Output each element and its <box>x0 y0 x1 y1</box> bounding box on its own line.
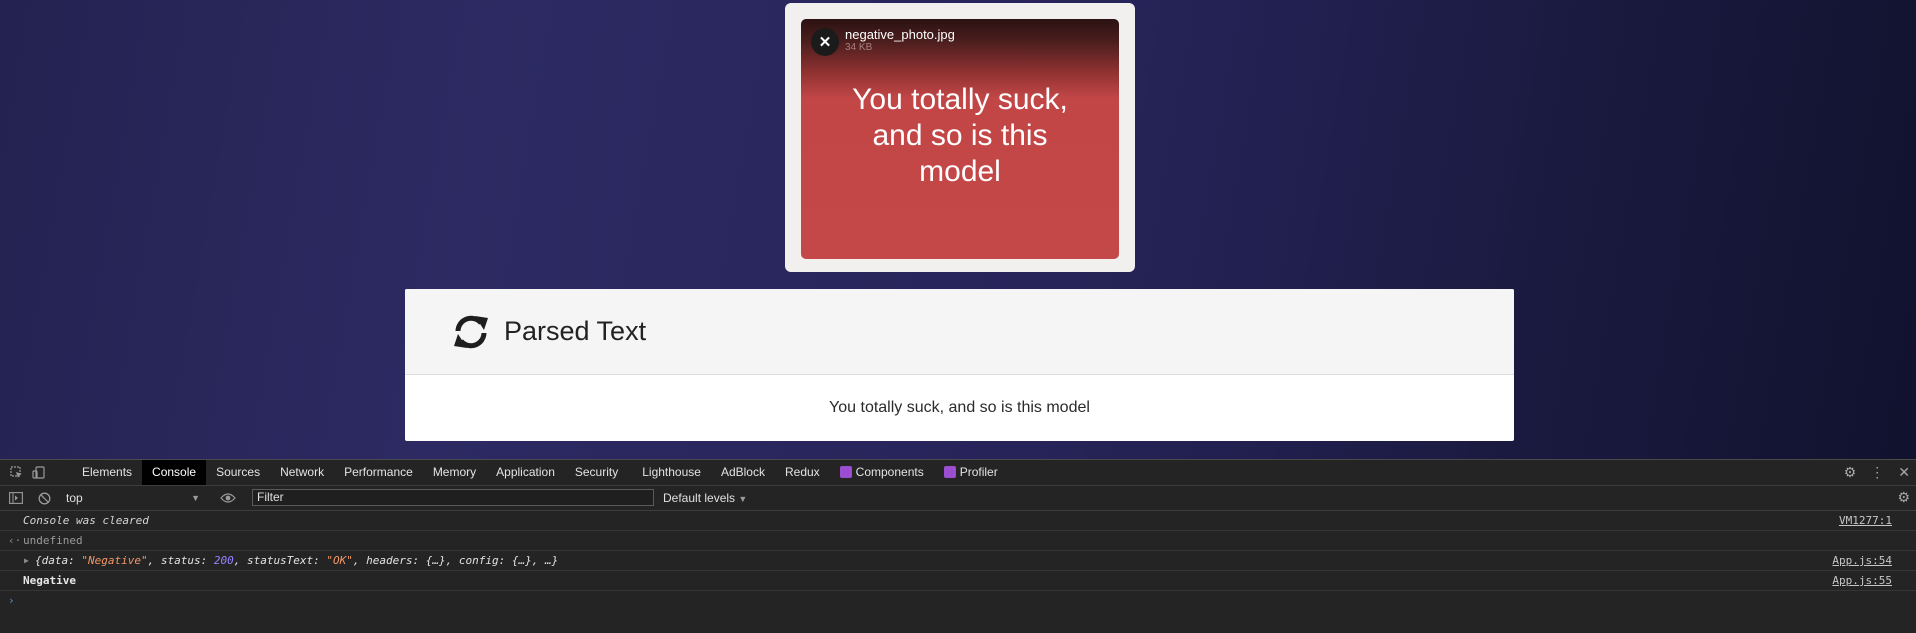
file-size: 34 KB <box>845 42 873 53</box>
image-text: You totally suck, and so is this model <box>852 83 1068 188</box>
tab-network[interactable]: Network <box>270 460 334 485</box>
tab-lighthouse[interactable]: Lighthouse <box>632 460 711 485</box>
more-options-icon[interactable]: ⋮ <box>1870 464 1884 481</box>
source-link[interactable]: App.js:55 <box>1832 571 1892 591</box>
inspect-element-icon[interactable] <box>8 465 24 481</box>
uploaded-photo-preview: ✕ negative_photo.jpg 34 KB You totally s… <box>801 19 1119 259</box>
console-output: Console was cleared VM1277:1 ‹· undefine… <box>0 511 1916 611</box>
return-arrow-icon: ‹· <box>8 534 22 547</box>
console-prompt[interactable]: › <box>0 591 1916 611</box>
tab-profiler-label: Profiler <box>959 465 998 479</box>
clear-console-icon[interactable] <box>36 490 52 506</box>
tab-security[interactable]: Security <box>565 460 628 485</box>
console-filter-input[interactable]: Filter <box>252 489 654 506</box>
devtools-actions: ⚙ ⋮ ✕ <box>1844 460 1910 485</box>
tab-profiler[interactable]: Profiler <box>934 460 1008 485</box>
log-levels-label: Default levels <box>663 491 736 505</box>
show-sidebar-icon[interactable] <box>8 490 24 506</box>
tab-components[interactable]: Components <box>830 460 934 485</box>
log-levels-dropdown[interactable]: Default levels ▼ <box>663 486 747 510</box>
console-settings-icon[interactable]: ⚙ <box>1897 489 1910 506</box>
console-toolbar: top ▼ Filter Default levels ▼ ⚙ <box>0 486 1916 511</box>
source-link[interactable]: App.js:54 <box>1832 551 1892 571</box>
tab-elements[interactable]: Elements <box>72 460 142 485</box>
tab-adblock[interactable]: AdBlock <box>711 460 775 485</box>
expand-triangle-icon[interactable]: ▶ <box>24 551 29 571</box>
react-icon <box>839 466 852 478</box>
devtools-tab-bar: Elements Console Sources Network Perform… <box>0 460 1916 486</box>
context-value: top <box>66 491 83 505</box>
tab-redux[interactable]: Redux <box>775 460 830 485</box>
chevron-down-icon: ▼ <box>191 493 200 503</box>
console-message: ‹· undefined <box>0 531 1916 551</box>
console-message[interactable]: ▶ {data: "Negative", status: 200, status… <box>0 551 1916 571</box>
prompt-chevron-icon: › <box>8 594 15 607</box>
remove-file-button[interactable]: ✕ <box>811 28 839 56</box>
tab-sources[interactable]: Sources <box>206 460 270 485</box>
console-object-text[interactable]: {data: "Negative", status: 200, statusTe… <box>23 554 558 567</box>
upload-card: ✕ negative_photo.jpg 34 KB You totally s… <box>785 3 1135 272</box>
devtools-panel: Elements Console Sources Network Perform… <box>0 459 1916 633</box>
app-area: ✕ negative_photo.jpg 34 KB You totally s… <box>0 0 1916 459</box>
tab-performance[interactable]: Performance <box>334 460 423 485</box>
close-icon[interactable]: ✕ <box>1898 464 1910 481</box>
console-result-text: undefined <box>23 534 83 547</box>
tab-components-label: Components <box>855 465 924 479</box>
context-selector[interactable]: top ▼ <box>66 486 200 510</box>
parsed-text-card: Parsed Text You totally suck, and so is … <box>405 289 1514 441</box>
source-link[interactable]: VM1277:1 <box>1839 511 1892 531</box>
console-message: Console was cleared VM1277:1 <box>0 511 1916 531</box>
chevron-down-icon: ▼ <box>738 494 748 504</box>
eye-icon[interactable] <box>220 490 236 506</box>
parsed-text-body: You totally suck, and so is this model <box>829 398 1090 416</box>
parsed-text-title: Parsed Text <box>504 316 647 346</box>
device-toolbar-icon[interactable] <box>30 465 46 481</box>
console-cleared-text: Console was cleared <box>23 514 149 527</box>
console-message: Negative App.js:55 <box>0 571 1916 591</box>
tab-memory[interactable]: Memory <box>423 460 486 485</box>
tab-application[interactable]: Application <box>486 460 565 485</box>
react-icon <box>943 466 956 478</box>
settings-icon[interactable]: ⚙ <box>1844 464 1857 481</box>
sync-icon[interactable] <box>451 312 491 352</box>
console-log-text: Negative <box>23 574 76 587</box>
file-name: negative_photo.jpg <box>845 27 955 42</box>
tab-console[interactable]: Console <box>142 460 207 485</box>
parsed-text-header: Parsed Text <box>405 289 1514 375</box>
